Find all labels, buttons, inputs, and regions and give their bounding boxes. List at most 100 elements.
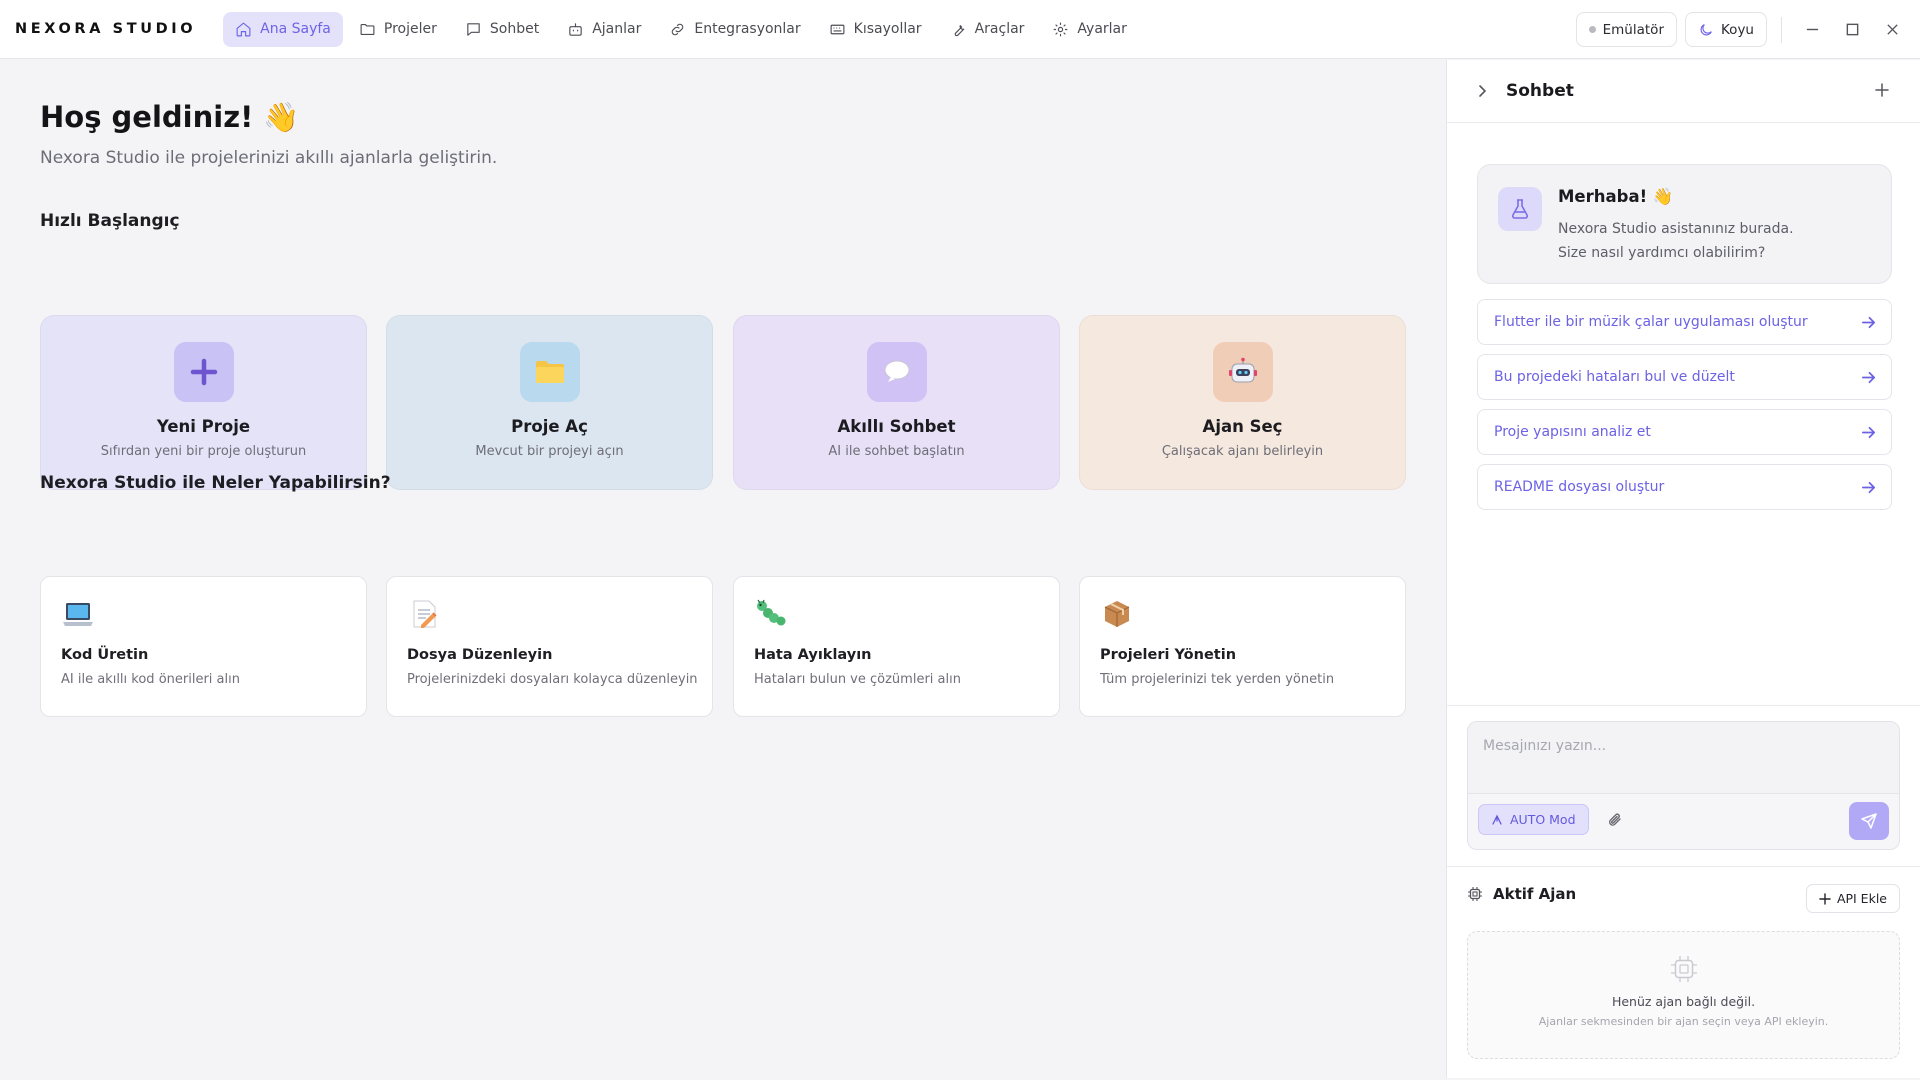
suggestion-button[interactable]: Flutter ile bir müzik çalar uygulaması o… [1477,299,1892,345]
page-subtitle: Nexora Studio ile projelerinizi akıllı a… [40,148,498,168]
quick-start-heading: Hızlı Başlangıç [40,211,180,231]
emulator-button[interactable]: Emülatör [1575,12,1677,47]
nav-item-sohbet[interactable]: Sohbet [453,12,551,47]
cpu-icon [1669,954,1699,984]
suggestion-label: Flutter ile bir müzik çalar uygulaması o… [1494,314,1808,330]
quick-card-desc: Çalışacak ajanı belirleyin [1161,444,1324,459]
quick-card-desc: Mevcut bir projeyi açın [475,444,624,459]
feature-card-debug[interactable]: Hata Ayıklayın Hataları bulun ve çözümle… [733,576,1060,717]
emulator-label: Emülatör [1602,21,1664,38]
suggestion-button[interactable]: Proje yapısını analiz et [1477,409,1892,455]
arrow-right-icon [1861,426,1876,439]
paperclip-icon[interactable] [1606,810,1626,830]
moon-icon [1700,23,1712,35]
gear-icon [1053,22,1068,36]
arrow-right-icon [1861,481,1876,494]
feature-card-files[interactable]: Dosya Düzenleyin Projelerinizdeki dosyal… [386,576,713,717]
active-agent-heading: Aktif Ajan [1467,885,1576,903]
page-title: Hoş geldiniz! 👋 [40,100,300,134]
nav-item-araclar[interactable]: Araçlar [938,12,1037,47]
feature-card-title: Dosya Düzenleyin [407,647,553,663]
quick-card-open-project[interactable]: Proje Aç Mevcut bir projeyi açın [386,315,713,490]
flask-icon [1498,187,1542,231]
suggestion-label: Bu projedeki hataları bul ve düzelt [1494,369,1735,385]
nav-label: Kısayollar [853,21,922,37]
feature-card-desc: Projelerinizdeki dosyaları kolayca düzen… [407,672,698,687]
feature-card-title: Hata Ayıklayın [754,647,872,663]
message-composer: AUTO Mod [1467,721,1900,850]
nav-item-ana-sayfa[interactable]: Ana Sayfa [223,11,343,47]
quick-card-desc: Sıfırdan yeni bir proje oluşturun [100,444,307,459]
speech-bubble-icon [866,342,927,402]
quick-card-select-agent[interactable]: Ajan Seç Çalışacak ajanı belirleyin [1079,315,1406,490]
nav-label: Ana Sayfa [260,21,331,37]
minimize-icon [1806,28,1818,31]
nav-label: Ajanlar [592,21,642,37]
nav-item-entegrasyonlar[interactable]: Entegrasyonlar [657,12,812,47]
plus-icon [173,342,234,402]
nav-item-ajanlar[interactable]: Ajanlar [555,12,653,47]
close-icon [1886,24,1898,35]
new-chat-plus-icon[interactable] [1874,82,1890,98]
quick-card-title: Akıllı Sohbet [837,417,956,436]
cpu-icon [1468,887,1482,901]
theme-label: Koyu [1721,21,1754,38]
plus-icon [1819,892,1831,905]
greeting-line: Size nasıl yardımcı olabilirim? [1558,245,1766,261]
nav-label: Projeler [383,21,437,37]
quick-card-smart-chat[interactable]: Akıllı Sohbet AI ile sohbet başlatın [733,315,1060,490]
greeting-title: Merhaba! 👋 [1558,187,1674,206]
package-icon [1100,597,1134,631]
quick-card-new-project[interactable]: Yeni Proje Sıfırdan yeni bir proje oluşt… [40,315,367,490]
bug-icon [754,597,788,631]
feature-card-projects[interactable]: Projeleri Yönetin Tüm projelerinizi tek … [1079,576,1406,717]
quick-card-title: Proje Aç [511,417,588,436]
auto-mode-label: AUTO Mod [1510,812,1576,827]
top-bar: NEXORA STUDIO Ana Sayfa Projeler Sohbet … [0,0,1920,59]
chat-panel-title: Sohbet [1506,81,1574,101]
folder-icon [519,342,580,402]
suggestion-label: Proje yapısını analiz et [1494,424,1651,440]
home-icon [236,22,251,36]
add-api-button[interactable]: API Ekle [1805,884,1900,913]
wrench-icon [954,24,964,36]
feature-card-desc: AI ile akıllı kod önerileri alın [61,672,240,687]
assistant-greeting-card: Merhaba! 👋 Nexora Studio asistanınız bur… [1477,164,1892,284]
suggestion-button[interactable]: README dosyası oluştur [1477,464,1892,510]
chevron-right-icon[interactable] [1475,84,1489,98]
brand-logo: NEXORA STUDIO [15,21,197,37]
maximize-button[interactable] [1832,10,1872,50]
feature-card-title: Projeleri Yönetin [1100,647,1237,663]
suggestion-button[interactable]: Bu projedeki hataları bul ve düzelt [1477,354,1892,400]
minimize-button[interactable] [1792,10,1832,50]
quick-card-title: Ajan Seç [1202,417,1283,436]
auto-mode-button[interactable]: AUTO Mod [1478,804,1589,835]
arrow-right-icon [1861,371,1876,384]
nav-item-kisayollar[interactable]: Kısayollar [817,12,934,47]
status-dot [1588,26,1596,33]
chat-icon [467,22,480,36]
divider [1781,16,1782,43]
feature-card-title: Kod Üretin [61,647,149,663]
nav-item-ayarlar[interactable]: Ayarlar [1040,12,1138,47]
suggestion-label: README dosyası oluştur [1494,479,1665,495]
feature-card-desc: Hataları bulun ve çözümleri alın [754,672,961,687]
chat-panel-header: Sohbet [1447,60,1920,123]
feature-card-desc: Tüm projelerinizi tek yerden yönetin [1100,672,1335,687]
nav-label: Araçlar [974,21,1025,37]
divider [1447,705,1920,706]
feature-card-code[interactable]: Kod Üretin AI ile akıllı kod önerileri a… [40,576,367,717]
message-input[interactable] [1468,722,1899,794]
theme-toggle-button[interactable]: Koyu [1685,12,1767,47]
robot-icon [1212,342,1273,402]
agent-empty-title: Henüz ajan bağlı değil. [1611,994,1756,1009]
nav-label: Sohbet [489,21,540,37]
quick-card-desc: AI ile sohbet başlatın [828,444,965,459]
divider [1447,866,1920,867]
nav-item-projeler[interactable]: Projeler [347,12,449,47]
active-agent-title: Aktif Ajan [1493,885,1577,903]
nav-label: Ayarlar [1077,21,1127,37]
send-button[interactable] [1849,802,1889,840]
close-button[interactable] [1872,10,1912,50]
quick-card-title: Yeni Proje [156,417,251,436]
